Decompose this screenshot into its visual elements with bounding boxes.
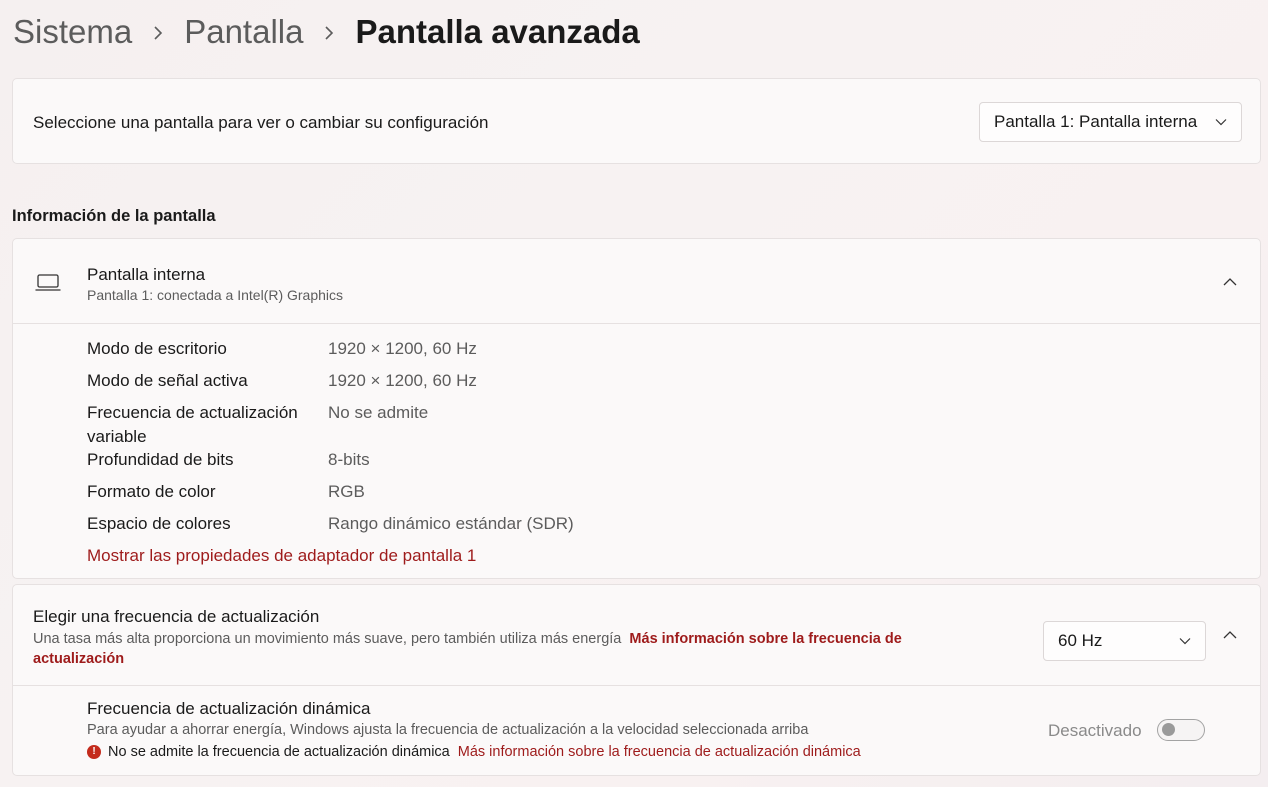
refresh-rate-title: Elegir una frecuencia de actualización — [33, 607, 320, 626]
refresh-rate-description-block: Una tasa más alta proporciona un movimie… — [33, 629, 948, 669]
chevron-down-icon — [1215, 119, 1227, 126]
refresh-rate-card: Elegir una frecuencia de actualización U… — [12, 584, 1261, 776]
collapse-refresh-rate-button[interactable] — [1215, 620, 1245, 650]
page-title: Pantalla avanzada — [355, 13, 640, 50]
display-select-dropdown[interactable]: Pantalla 1: Pantalla interna — [979, 102, 1242, 142]
collapse-display-info-button[interactable] — [1215, 267, 1245, 297]
chevron-up-icon — [1223, 278, 1237, 286]
property-value: 1920 × 1200, 60 Hz — [328, 339, 477, 358]
property-label: Frecuencia de actualización variable — [87, 403, 298, 446]
adapter-properties-link[interactable]: Mostrar las propiedades de adaptador de … — [87, 546, 476, 566]
property-label: Modo de escritorio — [87, 339, 227, 358]
laptop-icon — [35, 274, 61, 291]
display-info-card: Pantalla interna Pantalla 1: conectada a… — [12, 238, 1261, 579]
display-info-header[interactable]: Pantalla interna Pantalla 1: conectada a… — [13, 239, 1260, 324]
dynamic-refresh-toggle-label: Desactivado — [1048, 721, 1142, 740]
display-select-label: Seleccione una pantalla para ver o cambi… — [33, 113, 489, 132]
display-select-card: Seleccione una pantalla para ver o cambi… — [12, 78, 1261, 164]
property-label: Profundidad de bits — [87, 450, 234, 469]
dynamic-refresh-title: Frecuencia de actualización dinámica — [87, 699, 371, 718]
dynamic-refresh-warning: ! No se admite la frecuencia de actualiz… — [87, 744, 861, 760]
refresh-rate-description: Una tasa más alta proporciona un movimie… — [33, 631, 622, 647]
chevron-up-icon — [1223, 631, 1237, 639]
breadcrumb-item-pantalla[interactable]: Pantalla — [184, 10, 303, 54]
refresh-rate-header: Elegir una frecuencia de actualización U… — [13, 585, 1260, 686]
property-value: 8-bits — [328, 450, 370, 469]
advanced-display-page: Sistema Pantalla Pantalla avanzada Selec… — [0, 0, 1268, 787]
property-value: RGB — [328, 482, 365, 501]
section-title-display-info: Información de la pantalla — [12, 207, 216, 225]
display-select-value: Pantalla 1: Pantalla interna — [994, 112, 1198, 131]
property-label: Espacio de colores — [87, 514, 231, 533]
toggle-knob — [1162, 723, 1175, 736]
property-value: 1920 × 1200, 60 Hz — [328, 371, 477, 390]
breadcrumb-item-sistema[interactable]: Sistema — [13, 10, 132, 54]
chevron-right-icon — [303, 10, 355, 54]
chevron-right-icon — [132, 10, 184, 54]
chevron-down-icon — [1179, 638, 1191, 645]
property-value: No se admite — [328, 403, 429, 422]
dynamic-refresh-warning-text: No se admite la frecuencia de actualizac… — [108, 744, 450, 760]
refresh-rate-value: 60 Hz — [1058, 631, 1103, 650]
dynamic-refresh-description: Para ayudar a ahorrar energía, Windows a… — [87, 722, 809, 738]
dynamic-refresh-toggle[interactable] — [1157, 719, 1205, 741]
refresh-rate-dropdown[interactable]: 60 Hz — [1043, 621, 1206, 661]
display-info-subtitle: Pantalla 1: conectada a Intel(R) Graphic… — [87, 287, 344, 303]
display-info-title: Pantalla interna — [87, 265, 206, 284]
dynamic-refresh-more-info-link[interactable]: Más información sobre la frecuencia de a… — [458, 744, 861, 760]
property-value: Rango dinámico estándar (SDR) — [328, 514, 574, 533]
breadcrumb: Sistema Pantalla Pantalla avanzada — [13, 10, 640, 54]
error-icon: ! — [87, 745, 101, 759]
property-label: Formato de color — [87, 482, 216, 501]
property-label: Modo de señal activa — [87, 371, 248, 390]
